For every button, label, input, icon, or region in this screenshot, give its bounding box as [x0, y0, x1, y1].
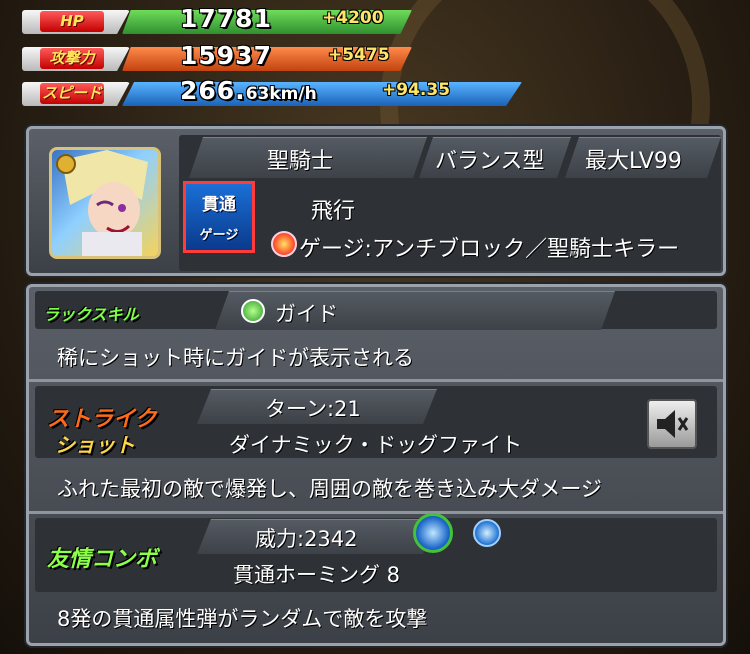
crosshair-icon	[241, 299, 265, 323]
stat-speed: スピード 266.63km/h +94.35	[22, 76, 542, 106]
strike-shot-name: ダイナミック・ドッグファイト	[229, 433, 523, 457]
character-avatar	[49, 147, 161, 259]
flame-icon	[271, 231, 297, 257]
strike-shot-label-line2: ショット	[55, 433, 135, 457]
hp-value: 17781	[180, 4, 272, 33]
hp-label: HP	[40, 11, 104, 32]
attack-value: 15937	[180, 41, 272, 70]
strike-shot-description: ふれた最初の敵で爆発し、周囲の敵を巻き込み大ダメージ	[57, 477, 602, 501]
speed-value: 266.63km/h	[180, 76, 317, 105]
friend-combo-label: 友情コンボ	[47, 547, 158, 572]
max-level-text: 最大LV99	[585, 149, 682, 174]
stat-attack: 攻撃力 15937 +5475	[22, 41, 542, 71]
speaker-mute-icon[interactable]	[647, 399, 697, 449]
type-text: バランス型	[435, 149, 545, 174]
stat-hp: HP 17781 +4200	[22, 4, 542, 34]
profile-panel: 聖騎士 バランス型 最大LV99 貫通 ゲージ 飛行 ゲージ:アンチブロック／聖…	[26, 126, 726, 276]
friend-combo-name: 貫通ホーミング 8	[233, 563, 401, 587]
gauge-badge: 貫通 ゲージ	[183, 181, 255, 253]
speed-label: スピード	[40, 83, 104, 104]
strike-shot-turns: ターン:21	[265, 397, 361, 421]
race-text: 聖騎士	[267, 149, 334, 174]
friend-combo-power: 威力:2342	[255, 527, 358, 551]
skills-panel: ラックスキル ガイド 稀にショット時にガイドが表示される ストライク ショット …	[26, 284, 726, 646]
luck-skill-label: ラックスキル	[43, 305, 139, 324]
luck-skill-name: ガイド	[275, 302, 338, 326]
abilities-text: ゲージ:アンチブロック／聖騎士キラー	[299, 237, 680, 262]
attack-bonus: +5475	[328, 45, 390, 65]
luck-skill-description: 稀にショット時にガイドが表示される	[57, 346, 414, 370]
attack-label: 攻撃力	[40, 48, 104, 69]
speed-bonus: +94.35	[382, 80, 451, 100]
mini-homing-icon	[473, 519, 501, 547]
character-portrait-icon	[56, 150, 148, 256]
friend-combo-description: 8発の貫通属性弾がランダムで敵を攻撃	[57, 607, 428, 631]
movement-text: 飛行	[311, 199, 356, 224]
piercing-homing-icon	[413, 513, 453, 553]
hp-bonus: +4200	[322, 8, 384, 28]
